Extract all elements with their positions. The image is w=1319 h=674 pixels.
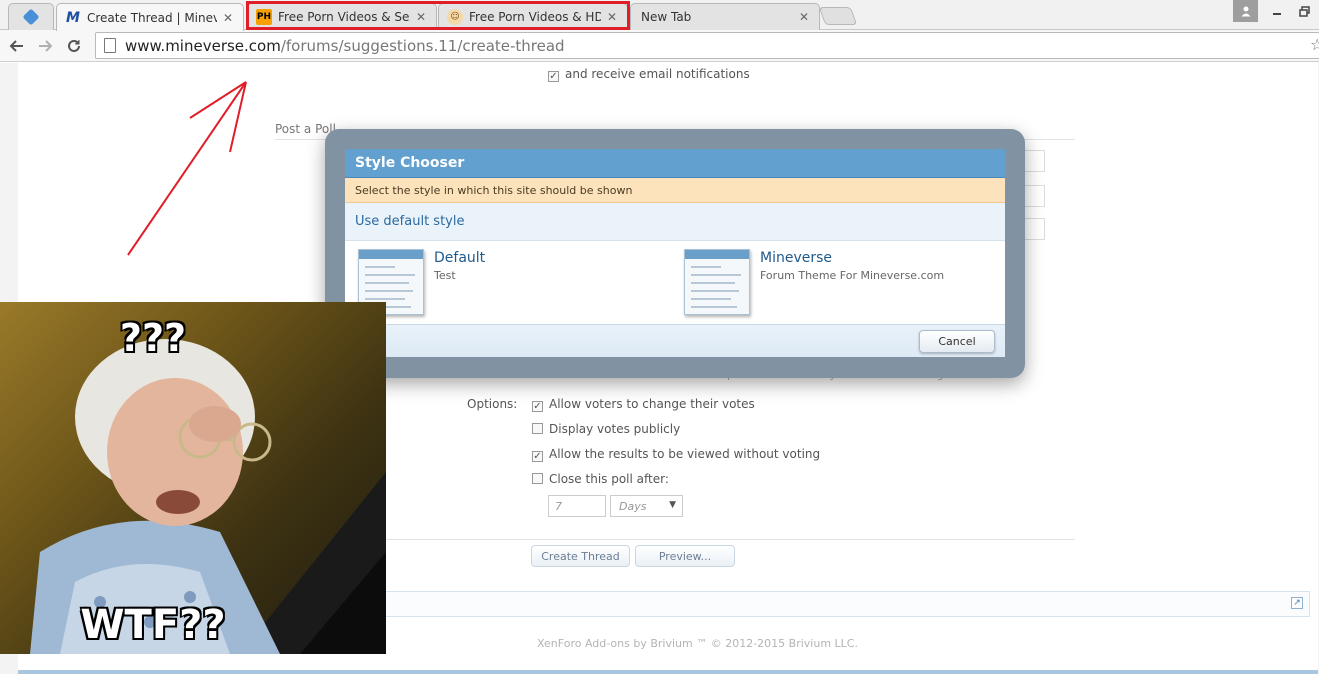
mineverse-icon: M — [66, 9, 80, 26]
style-name: Default — [434, 250, 486, 266]
browser-toolbar: www.mineverse.com/forums/suggestions.11/… — [0, 30, 1319, 62]
dropdown-arrow-icon: ▼ — [669, 500, 676, 510]
cube-icon — [22, 8, 40, 26]
option-view-results[interactable]: ✓ Allow the results to be viewed without … — [532, 447, 820, 462]
close-poll-value-input[interactable]: 7 — [548, 495, 606, 517]
annotation-arrow — [127, 81, 247, 256]
dialog-footer: Cancel — [345, 324, 1005, 357]
cancel-button[interactable]: Cancel — [919, 330, 995, 353]
tab-create-thread[interactable]: M Create Thread | Mineverse ✕ — [56, 3, 244, 31]
style-name: Mineverse — [760, 250, 833, 266]
address-bar[interactable]: www.mineverse.com/forums/suggestions.11/… — [95, 32, 1319, 59]
checkbox[interactable]: ✓ — [532, 451, 543, 462]
user-icon[interactable] — [1233, 0, 1258, 22]
copyright-text: XenForo Add-ons by Brivium ™ © 2012-2015… — [537, 637, 858, 650]
style-description: Forum Theme For Mineverse.com — [760, 269, 945, 282]
create-thread-button[interactable]: Create Thread — [531, 545, 630, 567]
meme-top-text: ??? — [119, 315, 187, 361]
checkbox[interactable]: ✓ — [548, 71, 559, 82]
style-chooser-dialog: Style Chooser Select the style in which … — [345, 149, 1005, 357]
preview-button[interactable]: Preview... — [635, 545, 735, 567]
back-arrow-icon[interactable] — [5, 34, 29, 58]
style-description: Test — [434, 269, 456, 282]
dialog-notice: Select the style in which this site shou… — [345, 178, 1005, 203]
style-chooser-overlay: Style Chooser Select the style in which … — [325, 129, 1025, 378]
option-display-votes[interactable]: Display votes publicly — [532, 422, 680, 436]
url-host: www.mineverse.com — [125, 36, 281, 55]
checkbox[interactable]: ✓ — [532, 401, 543, 412]
forward-arrow-icon[interactable] — [33, 34, 57, 58]
new-tab-button[interactable] — [818, 7, 858, 25]
tab-new[interactable]: New Tab ✕ — [630, 3, 820, 30]
close-icon[interactable]: ✕ — [221, 11, 235, 25]
footer-bar: ↗ — [367, 591, 1310, 617]
minimize-icon[interactable] — [1265, 0, 1289, 22]
expand-icon[interactable]: ↗ — [1291, 597, 1303, 609]
reload-icon[interactable] — [62, 34, 86, 58]
use-default-style-link[interactable]: Use default style — [345, 203, 1005, 241]
page-bottom-border — [18, 670, 1318, 674]
checkbox[interactable] — [532, 473, 543, 484]
page-icon — [104, 38, 116, 53]
checkbox[interactable] — [532, 423, 543, 434]
dialog-title: Style Chooser — [345, 149, 1005, 178]
email-notifications-option[interactable]: ✓ and receive email notifications — [548, 67, 750, 82]
restore-icon[interactable] — [1292, 0, 1316, 22]
pinned-tab[interactable] — [8, 3, 54, 30]
options-label: Options: — [467, 397, 518, 411]
tab-strip: M Create Thread | Mineverse ✕ PH Free Po… — [0, 0, 1319, 31]
annotation-highlight-box — [246, 1, 630, 30]
option-change-votes[interactable]: ✓ Allow voters to change their votes — [532, 397, 755, 412]
meme-image: ??? WTF?? — [0, 302, 386, 654]
option-close-poll[interactable]: Close this poll after: — [532, 472, 669, 486]
meme-bottom-text: WTF?? — [79, 601, 226, 649]
tab-title: New Tab — [641, 10, 692, 24]
close-poll-unit-select[interactable]: Days ▼ — [610, 495, 683, 517]
style-thumbnail — [684, 249, 750, 315]
url-path: /forums/suggestions.11/create-thread — [280, 36, 565, 55]
close-icon[interactable]: ✕ — [797, 10, 811, 24]
divider — [373, 539, 1075, 540]
tab-title: Create Thread | Mineverse — [87, 10, 217, 25]
bookmark-star-icon[interactable]: ☆ — [1310, 35, 1319, 54]
style-option-mineverse[interactable]: Mineverse Forum Theme For Mineverse.com — [684, 249, 944, 315]
